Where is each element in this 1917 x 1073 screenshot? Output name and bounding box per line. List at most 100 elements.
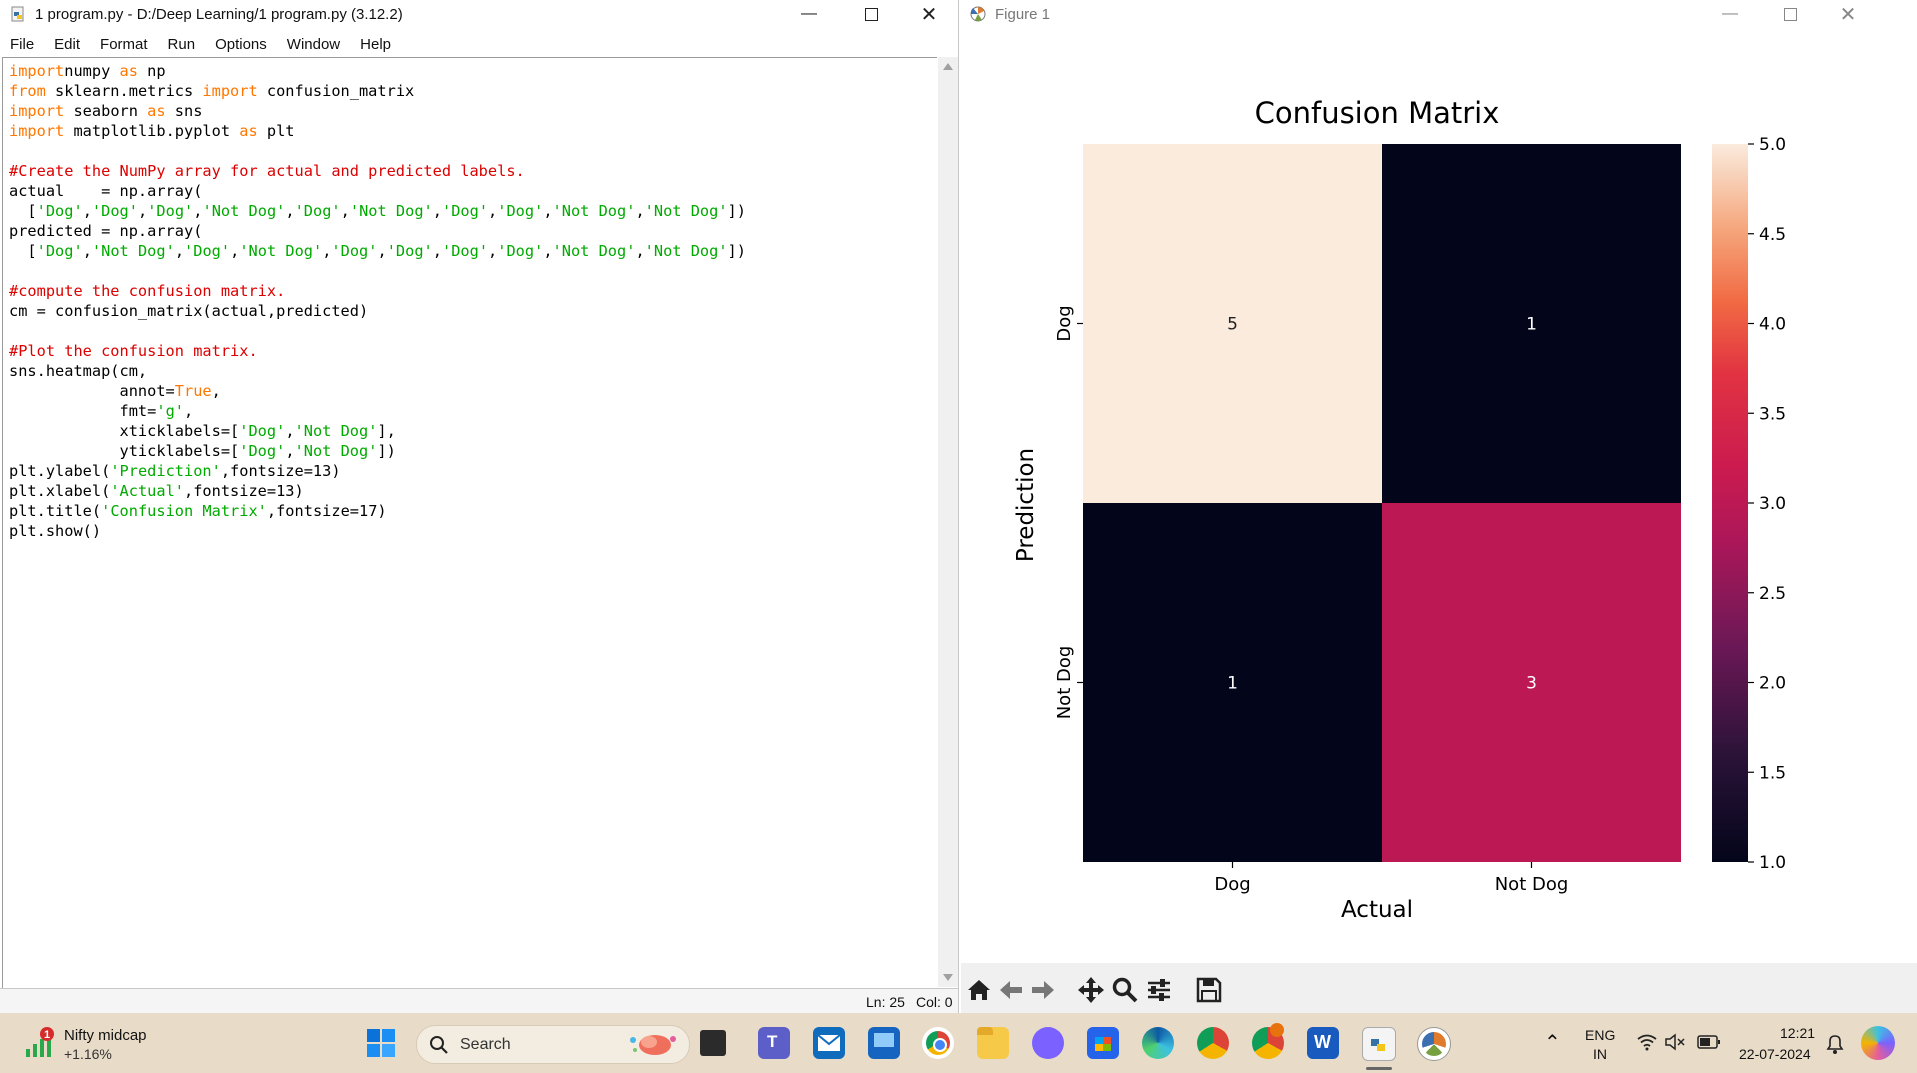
code-line[interactable]: #Plot the confusion matrix. — [9, 342, 258, 360]
code-token: , — [285, 202, 295, 220]
code-line[interactable]: yticklabels=['Dog','Not Dog']) — [9, 442, 396, 460]
code-token: 'Dog' — [497, 242, 544, 260]
confusion-matrix-plot[interactable]: Confusion Matrix 5 1 1 3 Dog Not Dog Dog Not … — [961, 30, 1917, 960]
maximize-button[interactable] — [842, 0, 900, 28]
code-line[interactable]: cm = confusion_matrix(actual,predicted) — [9, 302, 368, 320]
language-line-2[interactable]: IN — [1593, 1046, 1607, 1062]
code-line[interactable]: fmt='g', — [9, 402, 194, 420]
code-line[interactable]: import matplotlib.pyplot as plt — [9, 122, 295, 140]
matplotlib-taskbar-icon[interactable] — [1417, 1027, 1451, 1061]
code-token: annot= — [9, 382, 175, 400]
code-token: from — [9, 82, 46, 100]
colorbar — [1712, 144, 1748, 862]
chrome-profile-2-icon[interactable] — [1252, 1023, 1284, 1059]
close-button[interactable]: ✕ — [900, 0, 958, 28]
editor-statusbar: Ln: 25 Col: 0 — [0, 988, 958, 1014]
menu-help[interactable]: Help — [350, 36, 401, 53]
menu-format[interactable]: Format — [90, 36, 158, 53]
code-line[interactable]: annot=True, — [9, 382, 221, 400]
copilot-tray-icon[interactable] — [1861, 1026, 1895, 1060]
editor-window-title: 1 program.py - D:/Deep Learning/1 progra… — [35, 6, 403, 23]
code-line[interactable]: ['Dog','Not Dog','Dog','Not Dog','Dog','… — [9, 242, 746, 260]
taskbar-search[interactable]: Search — [416, 1025, 690, 1064]
store-icon[interactable] — [1087, 1027, 1119, 1059]
code-token: ]) — [727, 242, 746, 260]
remote-desktop-icon[interactable] — [868, 1027, 900, 1059]
code-line[interactable]: actual = np.array( — [9, 182, 202, 200]
code-editor[interactable]: importnumpy as np from sklearn.metrics i… — [2, 57, 937, 988]
code-line[interactable]: plt.ylabel('Prediction',fontsize=13) — [9, 462, 341, 480]
chrome-profile-icon[interactable] — [1197, 1027, 1229, 1059]
language-line-1[interactable]: ENG — [1585, 1027, 1615, 1043]
task-view-icon[interactable] — [700, 1030, 726, 1056]
figure-titlebar[interactable]: Figure 1 — ✕ — [961, 0, 1917, 28]
configure-icon[interactable] — [1145, 976, 1173, 1004]
code-token: 'Not Dog' — [644, 202, 728, 220]
battery-icon[interactable] — [1697, 1034, 1721, 1050]
code-line[interactable]: plt.xlabel('Actual',fontsize=13) — [9, 482, 304, 500]
code-line[interactable]: #compute the confusion matrix. — [9, 282, 285, 300]
code-token: , — [635, 242, 645, 260]
notification-bell-icon[interactable] — [1824, 1033, 1846, 1055]
copilot-icon[interactable] — [1032, 1027, 1064, 1059]
wifi-icon[interactable] — [1637, 1033, 1657, 1051]
code-text[interactable]: importnumpy as np from sklearn.metrics i… — [9, 61, 746, 541]
pan-icon[interactable] — [1077, 976, 1105, 1004]
menu-run[interactable]: Run — [158, 36, 206, 53]
edge-icon[interactable] — [1142, 1027, 1174, 1059]
editor-titlebar[interactable]: 1 program.py - D:/Deep Learning/1 progra… — [0, 0, 958, 28]
code-line[interactable]: #Create the NumPy array for actual and p… — [9, 162, 525, 180]
forward-arrow-icon[interactable] — [1029, 976, 1057, 1004]
back-arrow-icon[interactable] — [997, 976, 1025, 1004]
code-token: , — [340, 202, 350, 220]
code-token: , — [230, 242, 240, 260]
chrome-icon[interactable] — [922, 1027, 954, 1059]
volume-muted-icon[interactable] — [1664, 1033, 1686, 1051]
x-axis-label: Actual — [1341, 897, 1413, 923]
word-icon[interactable]: W — [1307, 1027, 1339, 1059]
colorbar-tick-label: 2.0 — [1759, 674, 1786, 694]
chevron-up-icon[interactable]: ⌃ — [1544, 1030, 1561, 1055]
minimize-button[interactable]: — — [780, 0, 838, 28]
menu-options[interactable]: Options — [205, 36, 277, 53]
menu-edit[interactable]: Edit — [44, 36, 90, 53]
clock-date[interactable]: 22-07-2024 — [1739, 1046, 1811, 1062]
code-line[interactable]: import seaborn as sns — [9, 102, 202, 120]
code-token: plt — [257, 122, 295, 140]
file-explorer-icon[interactable] — [977, 1027, 1009, 1059]
code-line[interactable]: plt.show() — [9, 522, 101, 540]
figure-close-button[interactable]: ✕ — [1819, 0, 1877, 28]
code-line[interactable]: predicted = np.array( — [9, 222, 202, 240]
minimize-icon: — — [1722, 5, 1738, 22]
idle-editor-icon[interactable] — [1362, 1027, 1396, 1061]
scroll-up-icon[interactable] — [943, 63, 953, 70]
vertical-scrollbar[interactable] — [938, 57, 958, 987]
y-tick-label: Dog — [1054, 305, 1075, 341]
code-line[interactable]: importnumpy as np — [9, 62, 166, 80]
code-token: 'Dog' — [441, 202, 489, 220]
save-icon[interactable] — [1195, 976, 1223, 1004]
code-token: , — [285, 442, 295, 460]
figure-maximize-button[interactable] — [1761, 0, 1819, 28]
scroll-down-icon[interactable] — [943, 974, 953, 981]
code-token: #Create the NumPy array for actual and p… — [9, 162, 525, 180]
menu-file[interactable]: File — [0, 36, 44, 53]
code-line[interactable]: plt.title('Confusion Matrix',fontsize=17… — [9, 502, 387, 520]
line-number: Ln: 25 — [866, 994, 905, 1010]
code-line[interactable]: sns.heatmap(cm, — [9, 362, 147, 380]
code-line[interactable]: ['Dog','Dog','Dog','Not Dog','Dog','Not … — [9, 202, 746, 220]
windows-start-icon[interactable] — [366, 1028, 396, 1058]
code-token: 'Dog' — [441, 242, 489, 260]
home-icon[interactable] — [965, 976, 993, 1004]
code-token: plt.xlabel( — [9, 482, 111, 500]
zoom-icon[interactable] — [1111, 976, 1139, 1004]
code-line[interactable]: xticklabels=['Dog','Not Dog'], — [9, 422, 396, 440]
code-line[interactable]: from sklearn.metrics import confusion_ma… — [9, 82, 414, 100]
widget-change: +1.16% — [64, 1046, 112, 1062]
menu-window[interactable]: Window — [277, 36, 350, 53]
mail-icon[interactable] — [813, 1027, 845, 1059]
code-token: np — [137, 62, 166, 80]
teams-icon[interactable]: T — [758, 1027, 790, 1059]
clock-time[interactable]: 12:21 — [1780, 1025, 1815, 1041]
figure-minimize-button[interactable]: — — [1701, 0, 1759, 28]
